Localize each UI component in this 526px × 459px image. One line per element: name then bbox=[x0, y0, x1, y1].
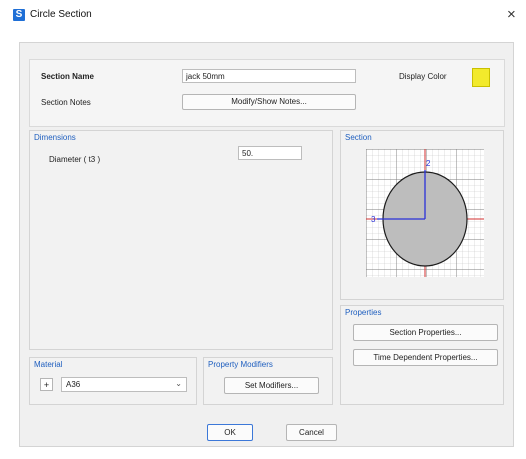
section-name-panel: Section Name jack 50mm Section Notes Mod… bbox=[29, 59, 505, 127]
axis-2-label: 2 bbox=[426, 159, 431, 168]
ok-button[interactable]: OK bbox=[207, 424, 253, 441]
properties-title: Properties bbox=[345, 308, 382, 317]
section-notes-label: Section Notes bbox=[41, 98, 91, 107]
material-select[interactable]: A36 ⌄ bbox=[61, 377, 187, 392]
window-title: Circle Section bbox=[30, 9, 92, 20]
display-color-label: Display Color bbox=[399, 72, 447, 81]
section-drawing: 2 3 bbox=[366, 149, 484, 277]
time-dependent-properties-button[interactable]: Time Dependent Properties... bbox=[353, 349, 498, 366]
properties-group: Properties Section Properties... Time De… bbox=[340, 305, 504, 405]
modify-show-notes-button[interactable]: Modify/Show Notes... bbox=[182, 94, 356, 110]
section-drawing-canvas: 2 3 bbox=[366, 149, 484, 277]
add-material-button[interactable]: + bbox=[40, 378, 53, 391]
property-modifiers-title: Property Modifiers bbox=[208, 360, 273, 369]
diameter-input[interactable]: 50. bbox=[238, 146, 302, 160]
section-name-input[interactable]: jack 50mm bbox=[182, 69, 356, 83]
section-name-label: Section Name bbox=[41, 72, 94, 81]
display-color-swatch[interactable] bbox=[472, 68, 490, 87]
section-view-title: Section bbox=[345, 133, 372, 142]
dimensions-group: Dimensions Diameter ( t3 ) 50. bbox=[29, 130, 333, 350]
material-selected-value: A36 bbox=[66, 380, 81, 389]
material-title: Material bbox=[34, 360, 63, 369]
axis-3-label: 3 bbox=[371, 215, 376, 224]
section-properties-button[interactable]: Section Properties... bbox=[353, 324, 498, 341]
app-logo-icon: S bbox=[13, 9, 25, 21]
chevron-down-icon: ⌄ bbox=[175, 379, 182, 388]
title-bar: S Circle Section × bbox=[0, 0, 526, 36]
diameter-label: Diameter ( t3 ) bbox=[49, 155, 101, 164]
close-icon[interactable]: × bbox=[507, 6, 516, 23]
dimensions-title: Dimensions bbox=[34, 133, 76, 142]
set-modifiers-button[interactable]: Set Modifiers... bbox=[224, 377, 319, 394]
property-modifiers-group: Property Modifiers Set Modifiers... bbox=[203, 357, 333, 405]
material-group: Material + A36 ⌄ bbox=[29, 357, 197, 405]
cancel-button[interactable]: Cancel bbox=[286, 424, 337, 441]
